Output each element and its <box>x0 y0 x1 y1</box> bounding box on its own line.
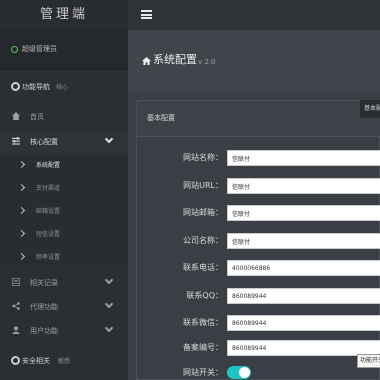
field-label: 网站URL： <box>183 181 223 190</box>
gear-icon <box>11 356 20 365</box>
main-content: 系统配置 v 2.0 基本配置 网站名称： 网站URL： 网站邮箱： 公司名称： <box>128 30 380 380</box>
sidebar-item-agent[interactable]: 代理功能 <box>0 296 128 318</box>
submenu-core-config: 系统配置 支付渠道 邮箱设置 短信设置 频率设置 <box>0 154 128 270</box>
form-row-site-url: 网站URL： <box>137 176 380 196</box>
sidebar-item-label: 相关记录 <box>30 279 58 287</box>
sidebar-item-records[interactable]: 相关记录 <box>0 272 128 294</box>
chevron-right-icon <box>17 252 26 261</box>
user-name: 超级管理员 <box>22 45 57 53</box>
home-icon <box>142 57 151 65</box>
chevron-right-icon <box>17 160 26 169</box>
app-logo: 管理端 <box>0 0 128 30</box>
app-root: 管理端 超级管理员 功能导航 核心 首页 核心配置 系统配置 支付渠道 邮箱设置… <box>0 0 380 380</box>
home-icon <box>12 112 20 120</box>
side-tab[interactable]: 基本配 <box>360 100 380 118</box>
chevron-down-icon <box>104 299 114 309</box>
sidebar-item-core-config[interactable]: 核心配置 <box>0 131 128 153</box>
field-label: 备案编号： <box>183 343 223 352</box>
form-row-site-switch: 网站开关： <box>137 363 380 380</box>
form-row-wechat: 联系微信： <box>137 313 380 333</box>
field-label: 网站名称： <box>183 153 223 162</box>
section-subtitle: 敏感 <box>58 358 71 365</box>
company-name-input[interactable] <box>227 233 380 249</box>
submenu-item-system-config[interactable]: 系统配置 <box>0 155 128 178</box>
side-tab-label: 基本配 <box>364 105 380 112</box>
submenu-item-label: 频率设置 <box>36 254 61 261</box>
sidebar-item-label: 核心配置 <box>30 138 58 146</box>
sliders-icon <box>12 137 20 145</box>
site-email-input[interactable] <box>227 205 380 221</box>
field-label: 公司名称： <box>183 236 223 245</box>
list-icon <box>12 278 20 286</box>
menu-toggle-icon[interactable] <box>141 10 152 19</box>
submenu-item-email-settings[interactable]: 邮箱设置 <box>0 201 128 224</box>
form-row-icp-number: 备案编号： <box>137 338 380 358</box>
sidebar-item-label: 首页 <box>30 113 44 121</box>
submenu-item-label: 短信设置 <box>36 231 61 238</box>
submenu-item-label: 支付渠道 <box>36 185 61 192</box>
form-row-qq: 联系QQ： <box>137 286 380 306</box>
page-title: 系统配置 <box>153 53 197 66</box>
field-label: 联系电话： <box>183 263 223 272</box>
chevron-right-icon <box>17 206 26 215</box>
section-title: 功能导航 <box>22 83 50 91</box>
site-switch-toggle[interactable] <box>227 366 251 379</box>
sidebar-item-label: 用户功能 <box>30 327 58 335</box>
chevron-down-icon <box>104 134 114 144</box>
chevron-right-icon <box>17 183 26 192</box>
submenu-item-label: 系统配置 <box>36 162 61 169</box>
chevron-right-icon <box>17 229 26 238</box>
qq-input[interactable] <box>227 288 380 304</box>
phone-input[interactable] <box>227 260 380 276</box>
section-title: 安全相关 <box>22 357 50 365</box>
page-header: 系统配置 v 2.0 <box>128 30 380 92</box>
gear-icon <box>11 82 20 91</box>
field-label: 网站邮箱： <box>183 208 223 217</box>
tooltip: 功能开关 <box>357 354 380 368</box>
page-version: v 2.0 <box>198 58 216 66</box>
field-label: 网站开关： <box>183 368 223 377</box>
section-subtitle: 核心 <box>56 84 69 91</box>
panel-header: 基本配置 <box>137 101 380 137</box>
user-panel[interactable]: 超级管理员 <box>0 30 128 70</box>
form-row-phone: 联系电话： <box>137 258 380 278</box>
online-status-icon <box>11 46 18 53</box>
form-row-site-name: 网站名称： <box>137 148 380 168</box>
share-icon <box>12 302 20 310</box>
submenu-item-label: 邮箱设置 <box>36 208 61 215</box>
chevron-down-icon <box>104 275 114 285</box>
submenu-item-payment-channel[interactable]: 支付渠道 <box>0 178 128 201</box>
sidebar-item-home[interactable]: 首页 <box>0 106 128 128</box>
config-panel: 基本配置 网站名称： 网站URL： 网站邮箱： 公司名称： 联系电话： <box>136 100 380 380</box>
submenu-item-sms-settings[interactable]: 短信设置 <box>0 224 128 247</box>
sidebar-item-label: 代理功能 <box>30 303 58 311</box>
form-row-company-name: 公司名称： <box>137 231 380 251</box>
field-label: 联系微信： <box>183 318 223 327</box>
section-function-nav: 功能导航 核心 <box>0 76 128 100</box>
toggle-knob <box>239 367 250 378</box>
user-icon <box>12 326 20 334</box>
submenu-item-rate-settings[interactable]: 频率设置 <box>0 247 128 270</box>
field-label: 联系QQ： <box>186 291 223 300</box>
form-row-site-email: 网站邮箱： <box>137 203 380 223</box>
sidebar: 管理端 超级管理员 功能导航 核心 首页 核心配置 系统配置 支付渠道 邮箱设置… <box>0 0 128 380</box>
section-security: 安全相关 敏感 <box>0 350 128 374</box>
top-bar <box>128 0 380 30</box>
chevron-down-icon <box>104 323 114 333</box>
sidebar-item-users[interactable]: 用户功能 <box>0 320 128 342</box>
wechat-input[interactable] <box>227 315 380 331</box>
panel-title: 基本配置 <box>147 114 175 122</box>
site-name-input[interactable] <box>227 150 380 166</box>
site-url-input[interactable] <box>227 178 380 194</box>
